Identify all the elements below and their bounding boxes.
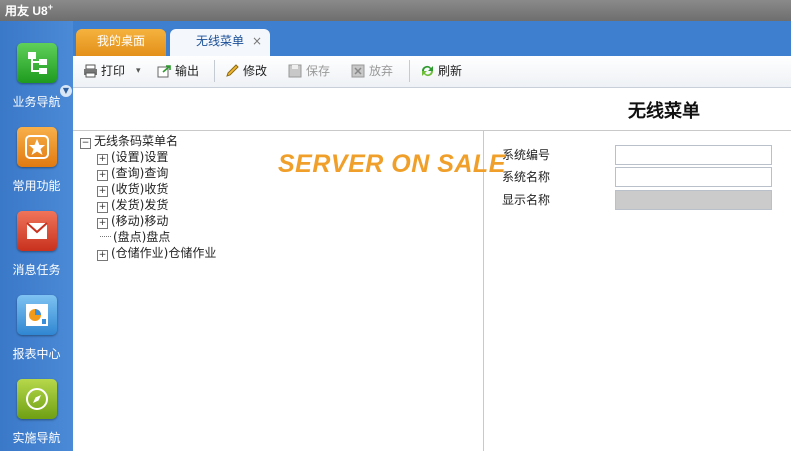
tree-node[interactable]: + (移动)移动: [97, 213, 168, 229]
nav-label: 实施导航: [12, 431, 61, 445]
tree-node-label: (移动)移动: [111, 214, 169, 228]
print-dropdown[interactable]: ▾: [136, 61, 141, 81]
nav-favorites[interactable]: 常用功能: [0, 127, 73, 211]
tab-wireless-menu[interactable]: 无线菜单 ×: [170, 29, 270, 56]
app-logo: 用友 U8+: [5, 2, 53, 18]
expand-icon[interactable]: +: [97, 250, 108, 261]
collapse-icon[interactable]: −: [80, 138, 91, 149]
left-navigation: ▼ 业务导航 常用功能 消息任务 报表中心 实施导航: [0, 21, 73, 451]
nav-label: 业务导航: [12, 95, 61, 109]
tree-connector: [100, 236, 111, 237]
tree-node-label: (盘点)盘点: [113, 230, 171, 244]
nav-label: 常用功能: [12, 179, 61, 193]
toolbar-separator: [409, 60, 410, 82]
nav-report-center[interactable]: 报表中心: [0, 295, 73, 379]
expand-icon[interactable]: +: [97, 218, 108, 229]
system-name-field[interactable]: [615, 167, 772, 187]
tree-node[interactable]: + (查询)查询: [97, 165, 168, 181]
toolbar: 打印 ▾ 输出 修改 保存 放弃 刷新: [73, 56, 791, 88]
edit-label: 修改: [243, 64, 268, 78]
discard-icon: [351, 64, 365, 78]
refresh-icon: [422, 66, 433, 76]
menu-tree: − 无线条码菜单名 + (设置)设置 + (查询)查询 + (收货)收货 + (发货)发货…: [73, 131, 484, 451]
tab-bar: 我的桌面 无线菜单 ×: [73, 21, 791, 56]
system-number-field[interactable]: [615, 145, 772, 165]
refresh-button[interactable]: 刷新: [420, 61, 462, 81]
tree-node[interactable]: + (仓储作业)仓储作业: [97, 245, 216, 261]
favorites-star-icon: [17, 127, 57, 167]
nav-business-navigation[interactable]: ▼ 业务导航: [0, 43, 73, 127]
detail-form: 系统编号 系统名称 显示名称: [484, 131, 791, 451]
tree-node-label: (设置)设置: [111, 150, 169, 164]
tree-node[interactable]: (盘点)盘点: [100, 229, 170, 245]
expand-icon[interactable]: +: [97, 186, 108, 197]
pencil-icon: [226, 64, 239, 77]
nav-implementation-navigation[interactable]: 实施导航: [0, 379, 73, 463]
display-name-field[interactable]: [615, 190, 772, 210]
printer-icon: [84, 64, 97, 78]
tree-node[interactable]: + (收货)收货: [97, 181, 168, 197]
message-envelope-icon: [17, 211, 57, 251]
title-bar: 用友 U8+: [0, 0, 791, 21]
print-button[interactable]: 打印: [83, 61, 125, 81]
discard-button[interactable]: 放弃: [351, 61, 393, 81]
expand-icon[interactable]: +: [97, 154, 108, 165]
refresh-label: 刷新: [438, 64, 463, 78]
tree-node[interactable]: + (发货)发货: [97, 197, 168, 213]
print-label: 打印: [101, 64, 126, 78]
discard-label: 放弃: [369, 64, 394, 78]
tab-label: 无线菜单: [195, 34, 244, 48]
tree-root-node[interactable]: − 无线条码菜单名: [80, 133, 178, 149]
export-button[interactable]: 输出: [157, 61, 199, 81]
tree-node-label: (查询)查询: [111, 166, 169, 180]
expand-icon[interactable]: +: [97, 202, 108, 213]
nav-label: 消息任务: [12, 263, 61, 277]
tree-node-label: (收货)收货: [111, 182, 169, 196]
field-label-system-name: 系统名称: [502, 170, 551, 184]
export-icon: [157, 65, 171, 78]
page-header: 无线菜单: [73, 88, 791, 131]
tree-node[interactable]: + (设置)设置: [97, 149, 168, 165]
tab-label: 我的桌面: [96, 34, 145, 48]
edit-button[interactable]: 修改: [225, 61, 267, 81]
report-chart-icon: [17, 295, 57, 335]
field-label-display-name: 显示名称: [502, 193, 551, 207]
save-disk-icon: [288, 64, 302, 78]
expand-icon[interactable]: +: [97, 170, 108, 181]
nav-label: 报表中心: [12, 347, 61, 361]
tree-node-label: (仓储作业)仓储作业: [111, 246, 217, 260]
watermark-text: SERVER ON SALE: [278, 150, 506, 178]
field-label-system-number: 系统编号: [502, 148, 551, 162]
export-label: 输出: [175, 64, 200, 78]
compass-icon: [17, 379, 57, 419]
page-title: 无线菜单: [628, 101, 700, 122]
tab-my-desktop[interactable]: 我的桌面: [76, 29, 166, 56]
tree-node-label: 无线条码菜单名: [94, 134, 179, 148]
tree-node-label: (发货)发货: [111, 198, 169, 212]
toolbar-separator: [214, 60, 215, 82]
save-label: 保存: [306, 64, 331, 78]
nav-message-tasks[interactable]: 消息任务: [0, 211, 73, 295]
close-icon[interactable]: ×: [252, 29, 262, 54]
business-navigation-icon: [17, 43, 57, 83]
save-button[interactable]: 保存: [288, 61, 330, 81]
